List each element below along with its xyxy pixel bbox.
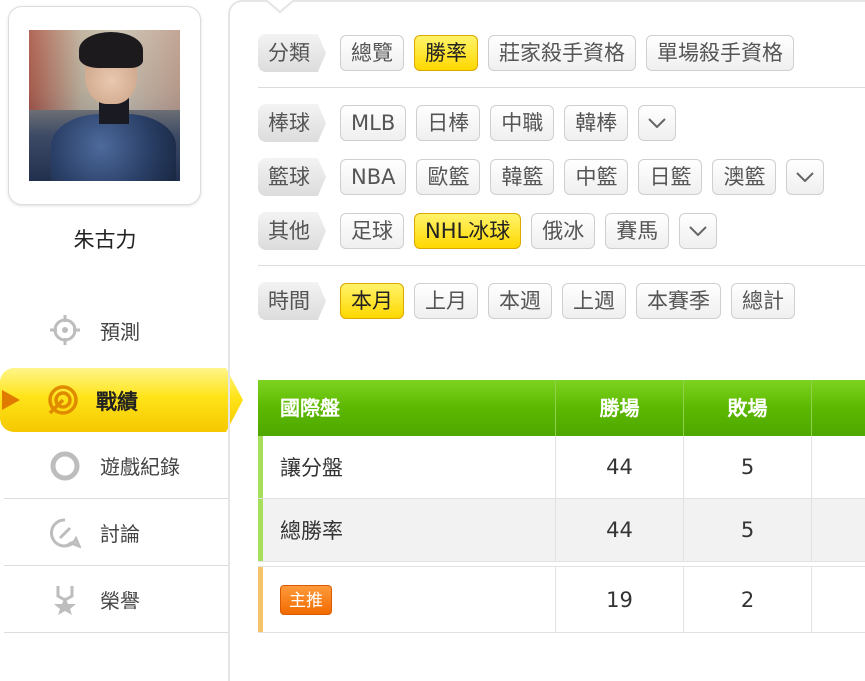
table-header: 國際盤 勝場 敗場 (258, 380, 865, 436)
chip-nba[interactable]: NBA (340, 159, 407, 195)
losses-cell: 2 (683, 567, 811, 632)
filter-label-basketball: 籃球 (258, 158, 326, 196)
chip-total[interactable]: 總計 (731, 283, 795, 319)
row-accent (258, 567, 263, 632)
wins-cell: 44 (555, 499, 683, 561)
medal-icon (46, 581, 84, 619)
chip-nhl[interactable]: NHL冰球 (414, 213, 522, 249)
nav-item-label: 遊戲紀錄 (100, 455, 180, 479)
ring-icon (46, 447, 84, 485)
chip-this-month[interactable]: 本月 (340, 283, 404, 319)
chip-last-week[interactable]: 上週 (562, 283, 626, 319)
wins-cell: 19 (555, 567, 683, 632)
chip-russian-hockey[interactable]: 俄冰 (531, 213, 596, 249)
nav-item-label: 討論 (100, 522, 140, 546)
chip-this-week[interactable]: 本週 (488, 283, 552, 319)
chip-mlb[interactable]: MLB (340, 105, 407, 141)
chip-japan-basketball[interactable]: 日籃 (638, 159, 703, 195)
chip-overview[interactable]: 總覽 (340, 35, 404, 71)
filter-row-category: 分類 總覽 勝率 莊家殺手資格 單場殺手資格 (258, 34, 804, 72)
losses-cell: 5 (683, 499, 811, 561)
filter-label-time: 時間 (258, 282, 326, 320)
chip-korea-basketball[interactable]: 韓籃 (490, 159, 555, 195)
nav-item-game-log[interactable]: 遊戲紀錄 (4, 433, 228, 499)
row-accent (258, 436, 263, 498)
chip-australia-basketball[interactable]: 澳籃 (712, 159, 777, 195)
extra-cell (811, 499, 865, 561)
chip-soccer[interactable]: 足球 (340, 213, 404, 249)
avatar[interactable] (29, 30, 180, 181)
losses-cell: 5 (683, 436, 811, 498)
chip-banker-killer[interactable]: 莊家殺手資格 (488, 35, 636, 71)
filter-label-category: 分類 (258, 34, 326, 72)
column-header-wins: 勝場 (555, 380, 683, 436)
nav-item-label: 榮譽 (100, 589, 140, 613)
nav-item-predict[interactable]: 預測 (4, 297, 228, 363)
table-row: 讓分盤 44 5 (258, 436, 865, 499)
chip-china-basketball[interactable]: 中籃 (564, 159, 629, 195)
chip-win-rate[interactable]: 勝率 (414, 35, 478, 71)
column-header-losses: 敗場 (683, 380, 811, 436)
row-label: 讓分盤 (280, 456, 343, 480)
chevron-down-icon (796, 172, 815, 182)
target-icon (44, 381, 82, 419)
chip-horse-racing[interactable]: 賽馬 (605, 213, 670, 249)
avatar-card (8, 6, 201, 205)
filter-row-baseball: 棒球 MLB 日棒 中職 韓棒 (258, 104, 686, 142)
filter-row-time: 時間 本月 上月 本週 上週 本賽季 總計 (258, 282, 805, 320)
filter-label-other: 其他 (258, 212, 326, 250)
chip-single-killer[interactable]: 單場殺手資格 (646, 35, 794, 71)
chat-edit-icon (46, 514, 84, 552)
divider (258, 265, 865, 266)
nav-item-honor[interactable]: 榮譽 (4, 567, 228, 633)
chip-last-month[interactable]: 上月 (414, 283, 478, 319)
panel-notch (266, 0, 294, 14)
chip-kbo[interactable]: 韓棒 (564, 105, 629, 141)
column-header-market: 國際盤 (280, 396, 340, 420)
chip-this-season[interactable]: 本賽季 (636, 283, 721, 319)
filter-label-baseball: 棒球 (258, 104, 326, 142)
chevron-down-icon (648, 118, 666, 128)
wins-cell: 44 (555, 436, 683, 498)
column-header-extra (811, 380, 865, 436)
chevron-down-icon (689, 226, 707, 236)
other-more-dropdown[interactable] (679, 213, 718, 249)
table-row: 總勝率 44 5 (258, 499, 865, 562)
table-row: 主推 19 2 (258, 566, 865, 633)
basketball-more-dropdown[interactable] (786, 159, 825, 195)
baseball-more-dropdown[interactable] (638, 105, 677, 141)
nav-item-label: 戰績 (96, 390, 138, 414)
chip-cpbl[interactable]: 中職 (490, 105, 555, 141)
extra-cell (811, 436, 865, 498)
row-label: 總勝率 (280, 519, 343, 543)
filter-row-basketball: 籃球 NBA 歐籃 韓籃 中籃 日籃 澳籃 (258, 158, 834, 196)
featured-badge: 主推 (280, 584, 332, 615)
crosshair-icon (46, 311, 84, 349)
filter-row-other: 其他 足球 NHL冰球 俄冰 賽馬 (258, 212, 727, 250)
nav-item-discussion[interactable]: 討論 (4, 500, 228, 566)
row-label: 主推 (280, 567, 550, 632)
active-indicator-arrow (2, 390, 20, 410)
row-accent (258, 499, 263, 561)
divider (258, 87, 865, 88)
nav-item-label: 預測 (100, 319, 140, 344)
left-sidebar: 朱古力 預測 戰績 遊戲紀錄 討論 榮譽 (0, 0, 243, 681)
extra-cell (811, 567, 865, 632)
chip-euro-basketball[interactable]: 歐籃 (416, 159, 481, 195)
nav-item-record[interactable]: 戰績 (0, 368, 243, 432)
user-name: 朱古力 (73, 228, 137, 252)
chip-npb[interactable]: 日棒 (416, 105, 481, 141)
